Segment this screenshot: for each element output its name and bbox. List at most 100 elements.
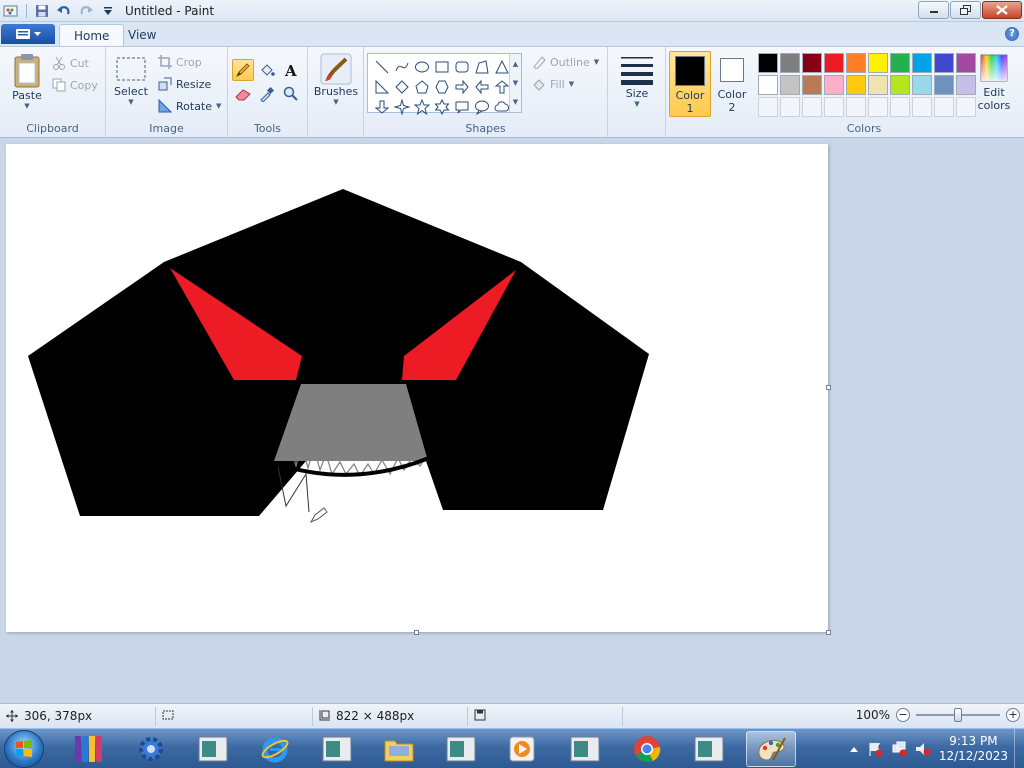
fill-tool[interactable] bbox=[256, 59, 278, 81]
magnifier-tool[interactable] bbox=[280, 83, 302, 105]
edit-colors-button[interactable]: Edit colors bbox=[974, 53, 1014, 112]
crop-button[interactable]: Crop bbox=[158, 52, 202, 72]
palette-color-swatch[interactable] bbox=[868, 75, 888, 95]
taskbar-app-settings[interactable] bbox=[126, 731, 176, 767]
palette-color-swatch[interactable] bbox=[758, 53, 778, 73]
network-icon[interactable] bbox=[891, 741, 907, 757]
taskbar-app-window-2[interactable] bbox=[312, 731, 362, 767]
color-picker-tool[interactable] bbox=[256, 83, 278, 105]
paint-app-icon[interactable] bbox=[2, 2, 20, 20]
palette-custom-slot[interactable] bbox=[780, 97, 800, 117]
palette-custom-slot[interactable] bbox=[824, 97, 844, 117]
right-triangle-shape-icon[interactable] bbox=[372, 77, 392, 96]
palette-color-swatch[interactable] bbox=[890, 75, 910, 95]
restore-button[interactable] bbox=[950, 1, 981, 19]
polygon-shape-icon[interactable] bbox=[472, 57, 492, 76]
volume-muted-icon[interactable] bbox=[915, 741, 931, 757]
scroll-up-icon[interactable]: ▲ bbox=[513, 60, 518, 68]
shapes-scrollbar[interactable]: ▲ ▼ ▼ bbox=[509, 54, 521, 112]
palette-custom-slot[interactable] bbox=[846, 97, 866, 117]
canvas-resize-handle-right[interactable] bbox=[826, 385, 831, 390]
taskbar-media-player[interactable] bbox=[498, 731, 548, 767]
paint-menu-button[interactable] bbox=[1, 24, 55, 44]
palette-color-swatch[interactable] bbox=[780, 75, 800, 95]
taskbar-app-window-4[interactable] bbox=[560, 731, 610, 767]
palette-color-swatch[interactable] bbox=[846, 53, 866, 73]
zoom-out-button[interactable]: − bbox=[896, 708, 910, 722]
oval-shape-icon[interactable] bbox=[412, 57, 432, 76]
palette-color-swatch[interactable] bbox=[956, 53, 976, 73]
palette-color-swatch[interactable] bbox=[890, 53, 910, 73]
rounded-rectangle-shape-icon[interactable] bbox=[452, 57, 472, 76]
taskbar-app-window-3[interactable] bbox=[436, 731, 486, 767]
four-point-star-shape-icon[interactable] bbox=[392, 97, 412, 116]
show-hidden-icons-icon[interactable] bbox=[849, 744, 859, 754]
line-shape-icon[interactable] bbox=[372, 57, 392, 76]
size-button[interactable]: Size ▼ bbox=[618, 53, 656, 108]
action-center-flag-icon[interactable] bbox=[867, 741, 883, 757]
undo-icon[interactable] bbox=[55, 2, 73, 20]
select-button[interactable]: Select ▼ bbox=[112, 55, 150, 106]
palette-custom-slot[interactable] bbox=[758, 97, 778, 117]
palette-custom-slot[interactable] bbox=[868, 97, 888, 117]
curve-shape-icon[interactable] bbox=[392, 57, 412, 76]
color-2-button[interactable]: Color 2 bbox=[711, 51, 753, 117]
palette-color-swatch[interactable] bbox=[912, 75, 932, 95]
palette-custom-slot[interactable] bbox=[934, 97, 954, 117]
rectangle-shape-icon[interactable] bbox=[432, 57, 452, 76]
taskbar-internet-explorer[interactable] bbox=[250, 731, 300, 767]
palette-color-swatch[interactable] bbox=[758, 75, 778, 95]
palette-custom-slot[interactable] bbox=[956, 97, 976, 117]
rounded-callout-shape-icon[interactable] bbox=[452, 97, 472, 116]
down-arrow-shape-icon[interactable] bbox=[372, 97, 392, 116]
taskbar-chrome[interactable] bbox=[622, 731, 672, 767]
palette-color-swatch[interactable] bbox=[824, 53, 844, 73]
taskbar-paint[interactable] bbox=[746, 731, 796, 767]
resize-button[interactable]: Resize bbox=[158, 74, 211, 94]
tab-view[interactable]: View bbox=[114, 24, 170, 46]
palette-color-swatch[interactable] bbox=[956, 75, 976, 95]
cut-button[interactable]: Cut bbox=[52, 53, 89, 73]
customize-qat-icon[interactable] bbox=[99, 2, 117, 20]
pentagon-shape-icon[interactable] bbox=[412, 77, 432, 96]
five-point-star-shape-icon[interactable] bbox=[412, 97, 432, 116]
palette-color-swatch[interactable] bbox=[802, 53, 822, 73]
help-icon[interactable]: ? bbox=[1005, 27, 1019, 41]
close-button[interactable] bbox=[982, 1, 1022, 19]
palette-color-swatch[interactable] bbox=[780, 53, 800, 73]
taskbar-app-window-1[interactable] bbox=[188, 731, 238, 767]
show-desktop-button[interactable] bbox=[1014, 729, 1024, 768]
paste-button[interactable]: Paste ▼ bbox=[8, 53, 46, 110]
palette-custom-slot[interactable] bbox=[912, 97, 932, 117]
minimize-button[interactable] bbox=[918, 1, 949, 19]
palette-color-swatch[interactable] bbox=[802, 75, 822, 95]
brushes-button[interactable]: Brushes ▼ bbox=[314, 53, 358, 106]
palette-custom-slot[interactable] bbox=[890, 97, 910, 117]
taskbar-file-explorer[interactable] bbox=[374, 731, 424, 767]
canvas-resize-handle-corner[interactable] bbox=[826, 630, 831, 635]
outline-button[interactable]: Outline ▼ bbox=[532, 52, 599, 72]
palette-custom-slot[interactable] bbox=[802, 97, 822, 117]
zoom-slider-thumb[interactable] bbox=[954, 708, 962, 722]
redo-icon[interactable] bbox=[77, 2, 95, 20]
palette-color-swatch[interactable] bbox=[934, 53, 954, 73]
gallery-expand-icon[interactable]: ▼ bbox=[513, 98, 518, 106]
six-point-star-shape-icon[interactable] bbox=[432, 97, 452, 116]
palette-color-swatch[interactable] bbox=[868, 53, 888, 73]
pencil-tool[interactable] bbox=[232, 59, 254, 81]
save-icon[interactable] bbox=[33, 2, 51, 20]
start-button[interactable] bbox=[4, 730, 44, 768]
copy-button[interactable]: Copy bbox=[52, 75, 98, 95]
oval-callout-shape-icon[interactable] bbox=[472, 97, 492, 116]
palette-color-swatch[interactable] bbox=[824, 75, 844, 95]
palette-color-swatch[interactable] bbox=[912, 53, 932, 73]
zoom-slider[interactable] bbox=[916, 708, 1000, 722]
palette-color-swatch[interactable] bbox=[846, 75, 866, 95]
canvas-resize-handle-bottom[interactable] bbox=[414, 630, 419, 635]
left-arrow-shape-icon[interactable] bbox=[472, 77, 492, 96]
fill-button[interactable]: Fill ▼ bbox=[532, 74, 574, 94]
eraser-tool[interactable] bbox=[232, 83, 254, 105]
taskbar-clock[interactable]: 9:13 PM 12/12/2023 bbox=[939, 734, 1008, 764]
palette-color-swatch[interactable] bbox=[934, 75, 954, 95]
text-tool[interactable]: A bbox=[280, 59, 302, 81]
